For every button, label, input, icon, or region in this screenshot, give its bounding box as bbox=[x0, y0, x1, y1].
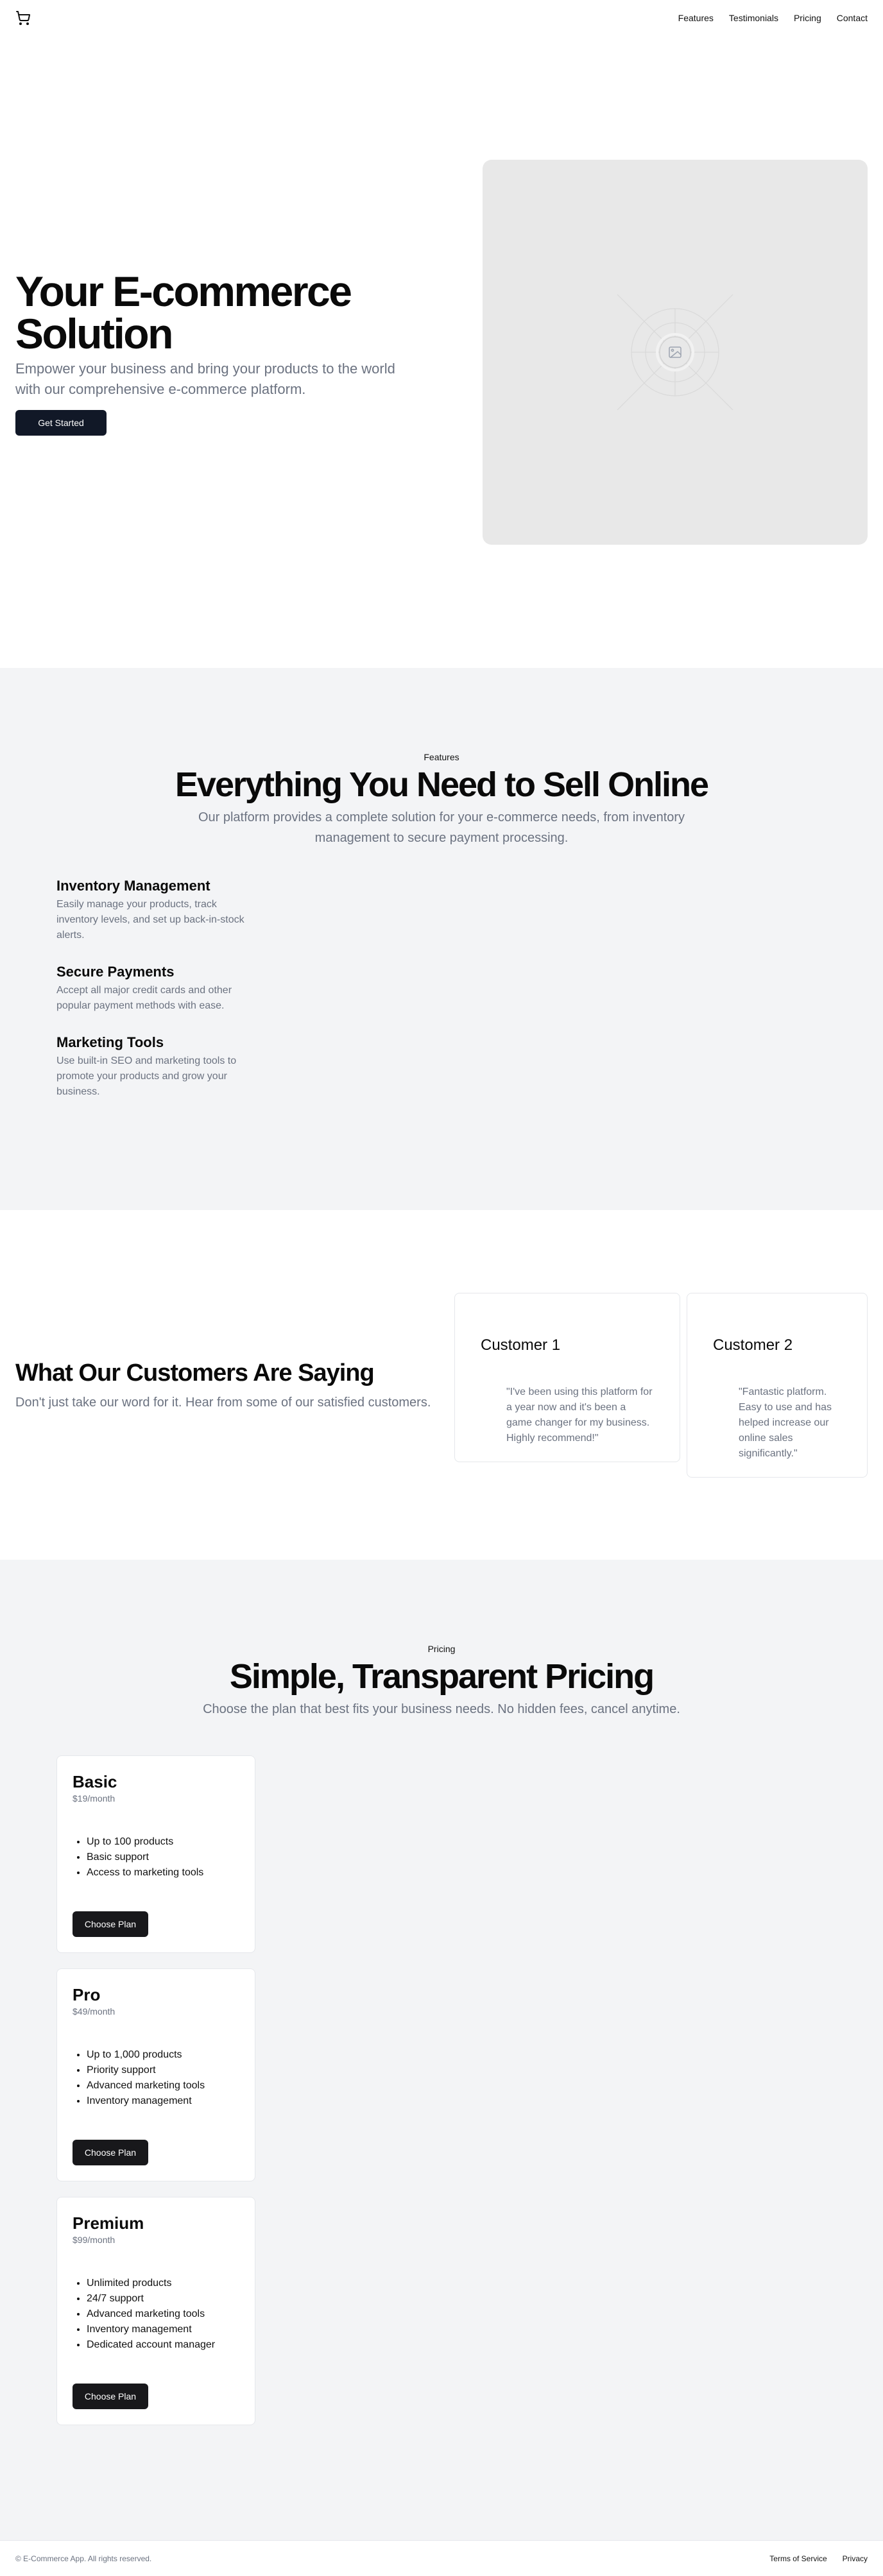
feature-item: Secure Payments Accept all major credit … bbox=[56, 962, 255, 1014]
get-started-button[interactable]: Get Started bbox=[15, 409, 107, 436]
testimonial-card: Customer 2 "Fantastic platform. Easy to … bbox=[687, 1292, 868, 1478]
plan-feature: Unlimited products bbox=[87, 2276, 239, 2291]
site-header: Features Testimonials Pricing Contact bbox=[0, 0, 883, 36]
choose-plan-button[interactable]: Choose Plan bbox=[73, 2384, 148, 2409]
plan-name: Basic bbox=[73, 1772, 117, 1791]
customer-quote: "I've been using this platform for a yea… bbox=[506, 1386, 653, 1444]
plan-feature: Dedicated account manager bbox=[87, 2337, 239, 2353]
pricing-subtitle: Choose the plan that best fits your busi… bbox=[203, 1702, 680, 1716]
features-list: Inventory Management Easily manage your … bbox=[56, 876, 827, 1100]
plan-features: Unlimited products 24/7 support Advanced… bbox=[87, 2276, 239, 2353]
hero-content: Your E-commerce Solution Empower your bu… bbox=[15, 270, 413, 436]
choose-plan-button[interactable]: Choose Plan bbox=[73, 2140, 148, 2165]
pricing-plans: Basic $19/month Up to 100 products Basic… bbox=[56, 1755, 827, 2425]
feature-description: Use built-in SEO and marketing tools to … bbox=[56, 1055, 237, 1097]
plan-price: $19/month bbox=[73, 1793, 116, 1804]
feature-title: Secure Payments bbox=[56, 964, 175, 980]
pricing-card-basic: Basic $19/month Up to 100 products Basic… bbox=[56, 1755, 255, 1953]
terms-link[interactable]: Terms of Service bbox=[769, 2554, 827, 2563]
features-title: Everything You Need to Sell Online bbox=[175, 765, 709, 804]
plan-features: Up to 1,000 products Priority support Ad… bbox=[87, 2047, 239, 2109]
plan-feature: Up to 1,000 products bbox=[87, 2047, 239, 2063]
image-placeholder-icon bbox=[617, 294, 733, 410]
feature-item: Marketing Tools Use built-in SEO and mar… bbox=[56, 1033, 255, 1100]
nav-pricing-link[interactable]: Pricing bbox=[794, 13, 821, 23]
nav-contact-link[interactable]: Contact bbox=[837, 13, 868, 23]
testimonials-title: What Our Customers Are Saying bbox=[15, 1359, 375, 1386]
feature-description: Easily manage your products, track inven… bbox=[56, 899, 244, 941]
plan-feature: Priority support bbox=[87, 2063, 239, 2078]
features-section: Features Everything You Need to Sell Onl… bbox=[0, 668, 883, 1210]
plan-feature: Basic support bbox=[87, 1850, 239, 1865]
plan-price: $99/month bbox=[73, 2235, 116, 2245]
nav-testimonials-link[interactable]: Testimonials bbox=[729, 13, 778, 23]
feature-item: Inventory Management Easily manage your … bbox=[56, 876, 255, 943]
hero-section: Your E-commerce Solution Empower your bu… bbox=[0, 36, 883, 668]
plan-price: $49/month bbox=[73, 2006, 116, 2017]
customer-name: Customer 2 bbox=[713, 1336, 793, 1354]
choose-plan-button[interactable]: Choose Plan bbox=[73, 1911, 148, 1937]
copyright-text: © E-Commerce App. All rights reserved. bbox=[15, 2554, 152, 2563]
customer-name: Customer 1 bbox=[481, 1336, 561, 1354]
pricing-card-premium: Premium $99/month Unlimited products 24/… bbox=[56, 2197, 255, 2425]
customer-quote: "Fantastic platform. Easy to use and has… bbox=[739, 1386, 832, 1459]
plan-name: Pro bbox=[73, 1985, 101, 2004]
privacy-link[interactable]: Privacy bbox=[843, 2554, 868, 2563]
logo-link[interactable] bbox=[15, 10, 31, 26]
feature-title: Inventory Management bbox=[56, 878, 210, 894]
footer-links: Terms of Service Privacy bbox=[769, 2554, 868, 2563]
testimonials-intro: What Our Customers Are Saying Don't just… bbox=[15, 1358, 452, 1413]
hero-title: Your E-commerce Solution bbox=[15, 267, 352, 357]
plan-feature: Access to marketing tools bbox=[87, 1865, 239, 1881]
feature-description: Accept all major credit cards and other … bbox=[56, 985, 232, 1011]
pricing-title: Simple, Transparent Pricing bbox=[229, 1657, 655, 1696]
site-footer: © E-Commerce App. All rights reserved. T… bbox=[0, 2540, 883, 2576]
plan-feature: 24/7 support bbox=[87, 2291, 239, 2307]
plan-features: Up to 100 products Basic support Access … bbox=[87, 1834, 239, 1881]
testimonial-cards: Customer 1 "I've been using this platfor… bbox=[454, 1292, 868, 1478]
features-subtitle: Our platform provides a complete solutio… bbox=[198, 810, 685, 845]
testimonials-section: What Our Customers Are Saying Don't just… bbox=[0, 1210, 883, 1560]
pricing-section: Pricing Simple, Transparent Pricing Choo… bbox=[0, 1560, 883, 2540]
plan-name: Premium bbox=[73, 2213, 144, 2233]
plan-feature: Up to 100 products bbox=[87, 1834, 239, 1850]
pricing-eyebrow: Pricing bbox=[427, 1644, 456, 1654]
pricing-card-pro: Pro $49/month Up to 1,000 products Prior… bbox=[56, 1968, 255, 2181]
hero-image-placeholder bbox=[483, 159, 868, 545]
plan-feature: Advanced marketing tools bbox=[87, 2078, 239, 2094]
main-nav: Features Testimonials Pricing Contact bbox=[678, 13, 868, 23]
testimonial-card: Customer 1 "I've been using this platfor… bbox=[454, 1292, 680, 1462]
shopping-cart-icon bbox=[16, 11, 31, 25]
nav-features-link[interactable]: Features bbox=[678, 13, 714, 23]
testimonials-subtitle: Don't just take our word for it. Hear fr… bbox=[15, 1395, 431, 1410]
plan-feature: Advanced marketing tools bbox=[87, 2307, 239, 2322]
plan-feature: Inventory management bbox=[87, 2094, 239, 2109]
feature-title: Marketing Tools bbox=[56, 1034, 164, 1050]
hero-subtitle: Empower your business and bring your pro… bbox=[15, 360, 395, 397]
features-eyebrow: Features bbox=[424, 752, 459, 762]
plan-feature: Inventory management bbox=[87, 2322, 239, 2337]
